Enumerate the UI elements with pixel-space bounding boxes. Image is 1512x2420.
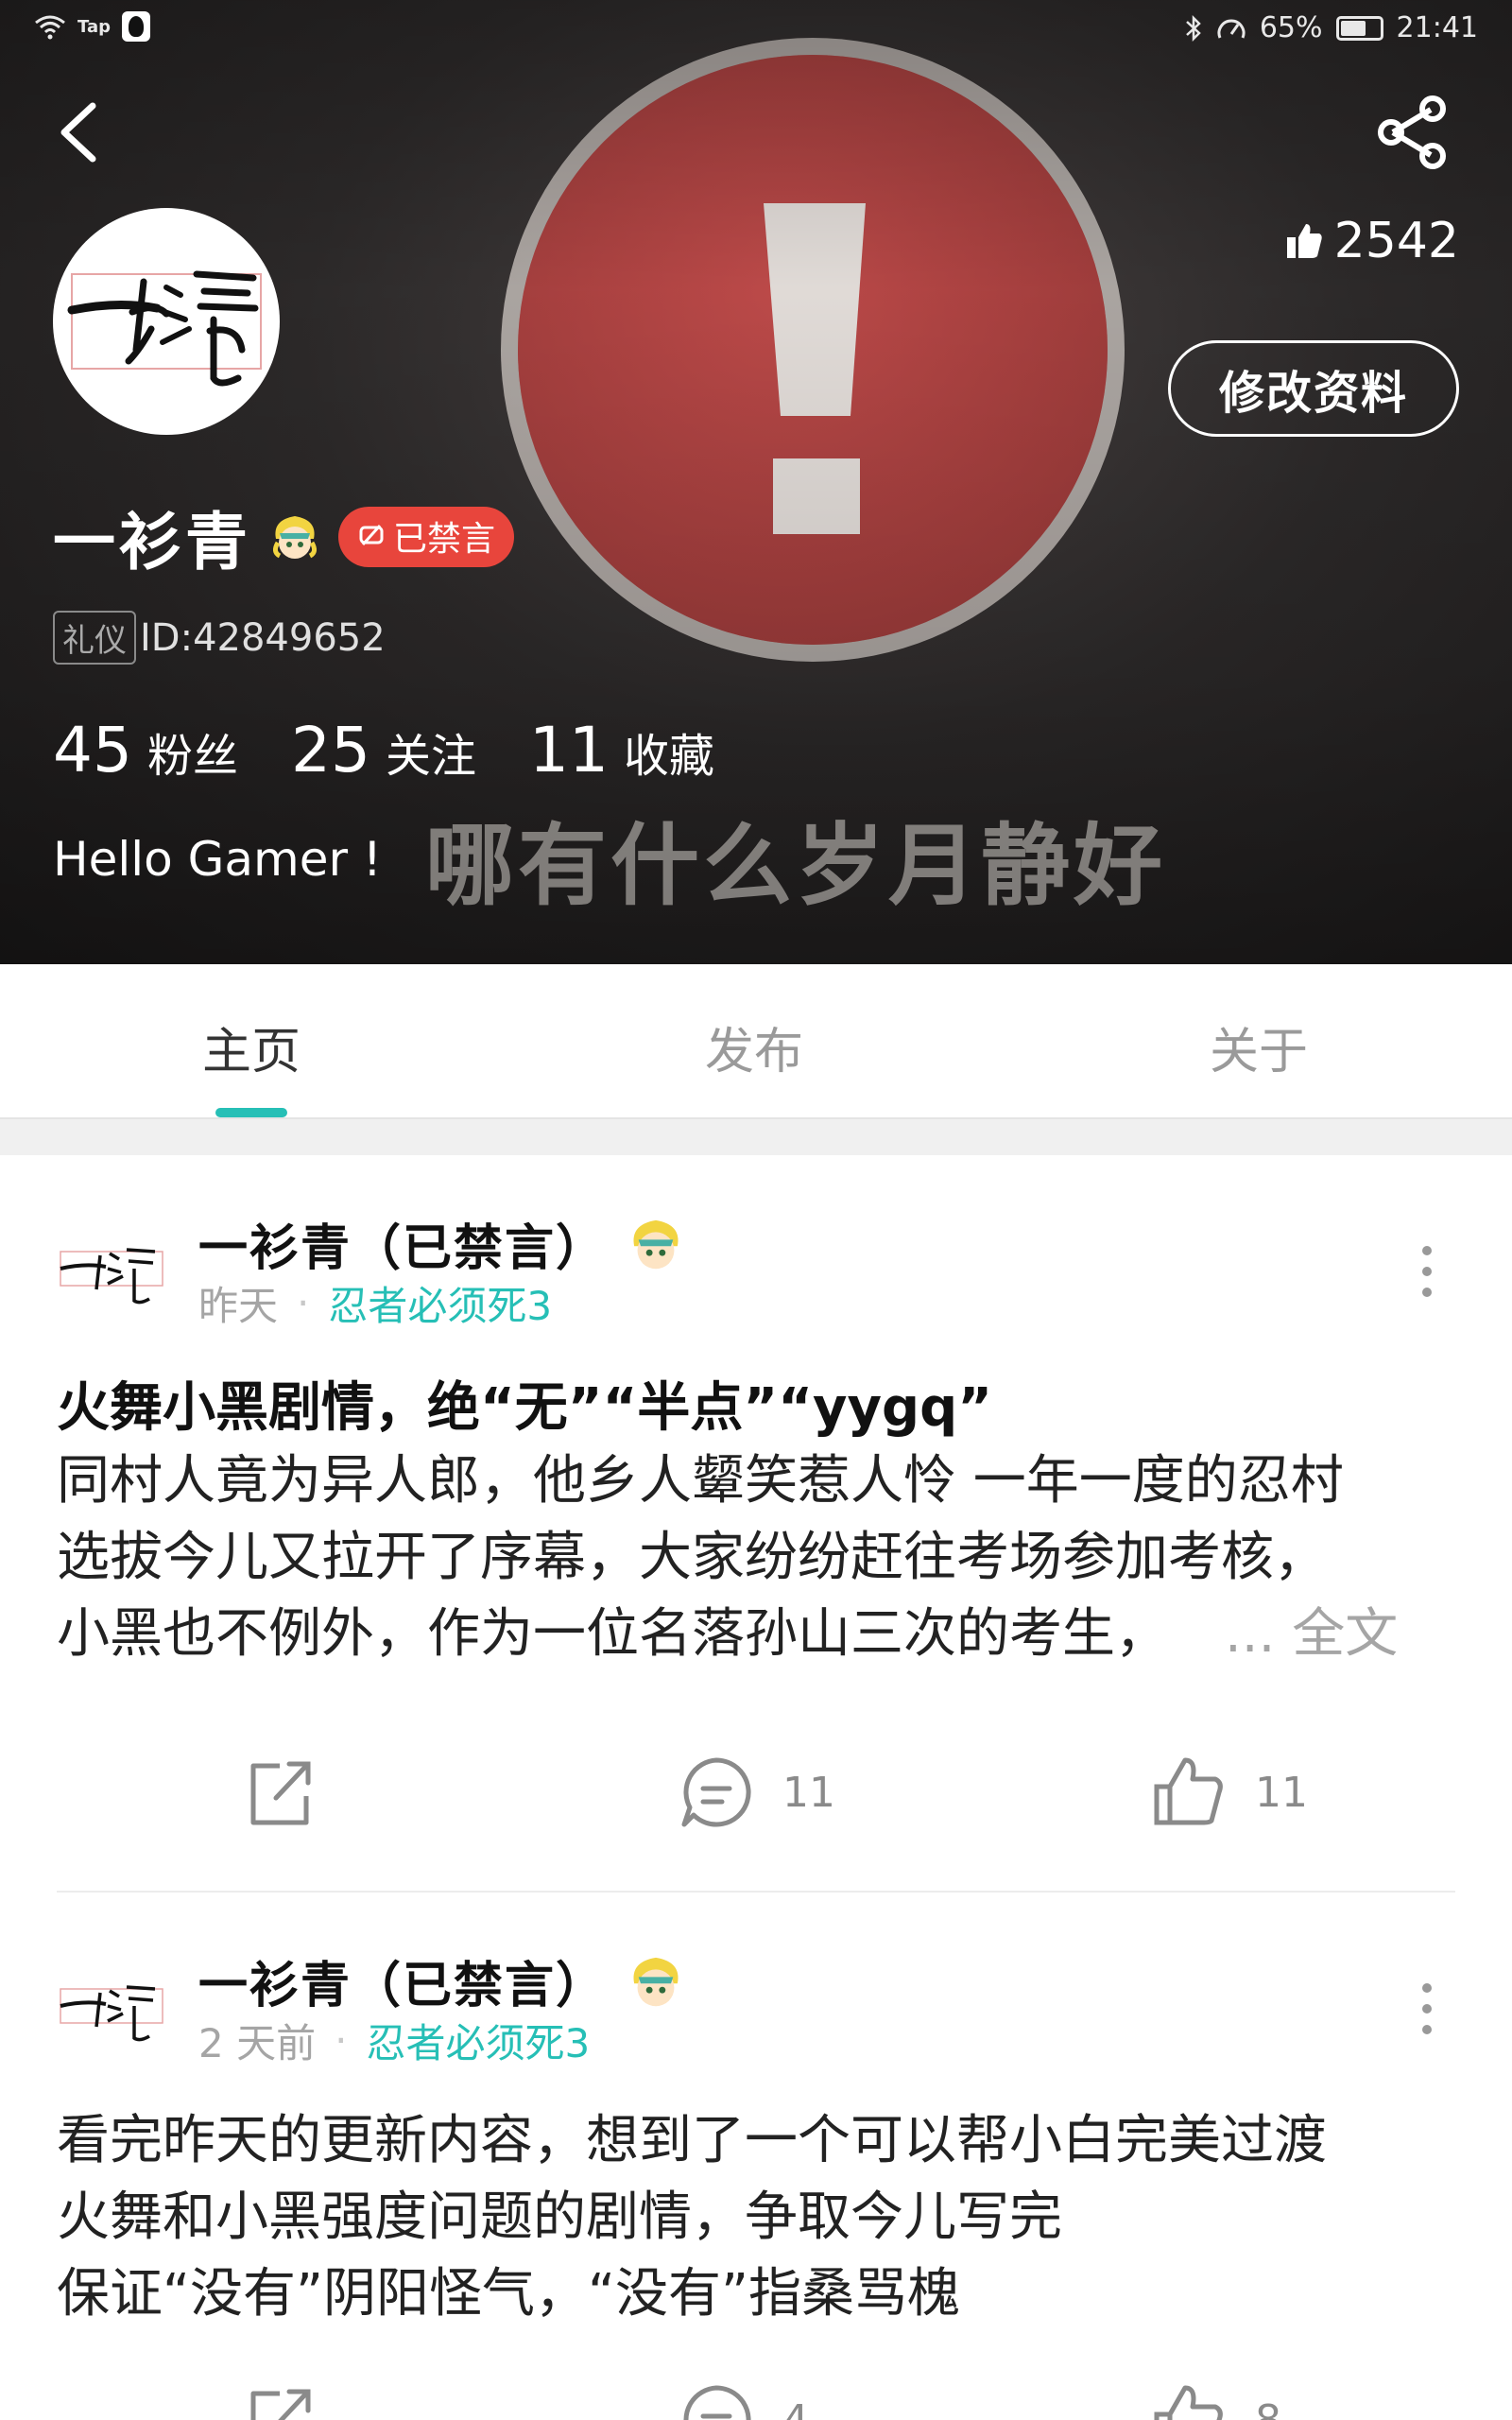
post-author[interactable]: 一衫青（已禁言） [198,1945,686,2016]
section-gap [0,1119,1512,1155]
thumbs-up-outline-icon [1154,1757,1223,1825]
post-body-line: 同村人竟为异人郎，他乡人颦笑惹人怜 一年一度的忍村 [57,1450,1344,1512]
avatar[interactable] [53,208,280,435]
author-name: 一衫青（已禁言） [198,1220,608,1277]
post-body[interactable]: 同村人竟为异人郎，他乡人颦笑惹人怜 一年一度的忍村 选拔今儿又拉开了序幕，大家纷… [57,1443,1465,1672]
post-body-line: 小黑也不例外，作为一位名落孙山三次的考生，... 全文 [57,1603,1399,1665]
chevron-left-icon [60,102,96,163]
post-avatar[interactable] [57,1951,166,2061]
profile-cover: 哪有什么岁月静好 [0,0,1512,964]
ninja-mascot-icon [633,1957,679,2006]
battery-icon [1335,15,1383,41]
user-id: ID:42849652 [140,615,386,660]
stat-number: 25 [291,714,370,786]
back-button[interactable] [47,95,123,170]
post-time: 昨天 [198,1283,279,1329]
stat-label: 关注 [385,730,476,783]
share-post-button[interactable] [242,2382,318,2420]
thumbs-up-outline-icon [1154,2385,1223,2420]
post-topic[interactable]: 忍者必须死3 [366,2012,590,2069]
carrier-tag: Tap [77,16,111,37]
like-count: 8 [1255,2395,1281,2420]
battery-percent: 65% [1259,11,1323,44]
clock: 21:41 [1396,11,1478,44]
cover-caption: 哪有什么岁月静好 [425,815,1167,918]
post-title[interactable]: 火舞小黑剧情，绝“无”“半点”“yygq” [57,1365,992,1442]
qq-icon [122,11,150,42]
bluetooth-icon [1185,14,1201,42]
post-body-line: 火舞和小黑强度问题的剧情，争取今儿写完 [57,2187,1062,2248]
banned-label: 已禁言 [393,520,496,559]
ninja-mascot-icon [633,1219,679,1269]
post-topic[interactable]: 忍者必须死3 [328,1274,552,1332]
stat-favorites[interactable]: 11 收藏 [529,714,714,786]
separator: · [335,2017,348,2064]
share-out-icon [250,1761,311,1825]
post-author[interactable]: 一衫青（已禁言） [198,1208,686,1279]
post-time: 2 天前 [198,2020,317,2066]
post-card[interactable]: 一衫青（已禁言） 昨天 · 忍者必须死3 火舞小黑剧情，绝“无”“半点”“yyg… [0,1155,1512,1893]
comment-icon [681,1757,751,1827]
stats-row: 45 粉丝 25 关注 11 收藏 [53,714,767,786]
name-row: 一衫青 已禁言 [53,492,515,582]
banned-badge: 已禁言 [338,507,515,567]
tab-home[interactable]: 主页 [110,1011,393,1082]
comment-button[interactable]: 4 [679,2382,809,2420]
post-actions: 4 8 [0,2382,1512,2420]
like-button[interactable]: 8 [1151,2382,1281,2420]
user-name: 一衫青 [53,506,251,579]
wifi-icon [35,15,65,40]
total-likes: 2542 [1285,213,1459,269]
like-count: 11 [1255,1768,1308,1817]
likes-count: 2542 [1333,213,1459,269]
role-tag: 礼仪 [53,611,136,665]
author-name: 一衫青（已禁言） [198,1958,608,2014]
separator: · [297,1280,310,1326]
status-bar: Tap 65% 21:41 [0,0,1512,60]
avatar-image [60,1248,163,1305]
share-button[interactable] [1370,95,1455,170]
tab-indicator [215,1108,287,1117]
post-actions: 11 11 [0,1754,1512,1849]
post-meta: 2 天前 · 忍者必须死3 [198,2012,590,2069]
post-body[interactable]: 看完昨天的更新内容，想到了一个可以帮小白完美过渡 火舞和小黑强度问题的剧情，争取… [57,2102,1465,2332]
tab-posts[interactable]: 发布 [612,1011,896,1082]
comment-count: 4 [782,2395,809,2420]
thumbs-up-icon [1286,224,1322,258]
avatar-image [60,1985,163,2042]
share-post-button[interactable] [242,1754,318,1830]
comment-icon [683,2385,751,2420]
share-icon [1378,95,1446,169]
stat-following[interactable]: 25 关注 [291,714,476,786]
post-body-line: 看完昨天的更新内容，想到了一个可以帮小白完美过渡 [57,2110,1327,2171]
post-meta: 昨天 · 忍者必须死3 [198,1274,552,1332]
tab-about[interactable]: 关于 [1117,1011,1400,1082]
post-body-line: 保证“没有”阴阳怪气，“没有”指桑骂槐 [57,2263,961,2325]
comment-count: 11 [782,1768,835,1817]
tab-bar: 主页 发布 关于 [0,964,1512,1119]
post-card[interactable]: 一衫青（已禁言） 2 天前 · 忍者必须死3 看完昨天的更新内容，想到了一个可以… [0,1893,1512,2420]
share-out-icon [250,2389,311,2420]
stat-followers[interactable]: 45 粉丝 [53,714,238,786]
stat-number: 11 [529,714,609,786]
speedometer-icon [1217,19,1246,39]
edit-profile-button[interactable]: 修改资料 [1168,340,1459,437]
read-full-link[interactable]: ... 全文 [1225,1603,1398,1665]
post-avatar[interactable] [57,1214,166,1323]
stat-number: 45 [53,714,132,786]
more-options-button[interactable] [1414,1983,1440,2040]
id-row: 礼仪 ID:42849652 [53,611,386,665]
mute-icon [359,524,384,546]
more-options-button[interactable] [1414,1246,1440,1303]
stat-label: 粉丝 [146,730,238,783]
like-button[interactable]: 11 [1151,1754,1308,1830]
post-body-line: 选拔今儿又拉开了序幕，大家纷纷赶往考场参加考核， [57,1527,1327,1588]
ninja-mascot-icon [272,516,318,559]
bio: Hello Gamer ! [53,832,382,887]
avatar-image [67,270,262,387]
stat-label: 收藏 [623,730,714,783]
comment-button[interactable]: 11 [679,1754,835,1830]
